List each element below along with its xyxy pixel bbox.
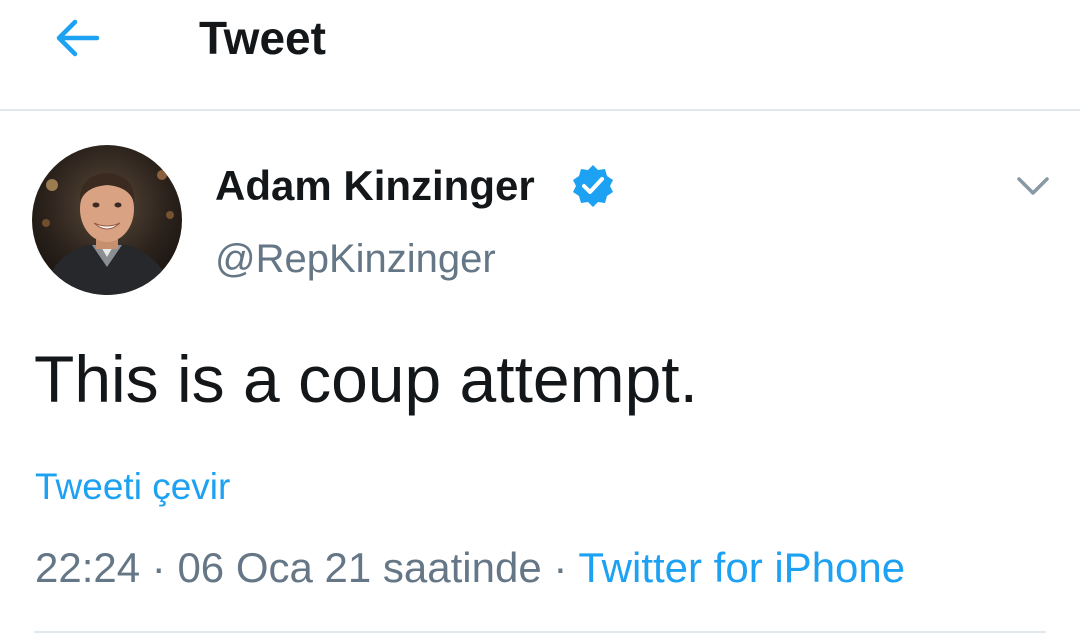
author-name[interactable]: Adam Kinzinger <box>215 160 535 212</box>
tweet-detail-screen: Tweet Adam Kinzinger @RepKinzinger This … <box>0 0 1080 639</box>
chevron-down-icon <box>1017 177 1049 195</box>
verified-badge-icon <box>570 163 616 209</box>
author-handle[interactable]: @RepKinzinger <box>215 234 496 284</box>
tweet-date: 06 Oca 21 saatinde <box>177 544 542 591</box>
top-bar: Tweet <box>0 0 1080 111</box>
avatar[interactable] <box>32 145 182 295</box>
divider <box>34 631 1046 633</box>
tweet-source-link[interactable]: Twitter for iPhone <box>578 544 905 591</box>
tweet-metadata: 22:24 · 06 Oca 21 saatinde · Twitter for… <box>35 542 905 594</box>
back-button[interactable] <box>46 10 108 66</box>
translate-tweet-link[interactable]: Tweeti çevir <box>35 465 230 509</box>
page-title: Tweet <box>199 12 326 64</box>
meta-separator: · <box>151 544 166 591</box>
arrow-left-icon <box>56 19 100 57</box>
tweet-time: 22:24 <box>35 544 141 591</box>
author-photo <box>32 145 182 295</box>
tweet-menu-button[interactable] <box>1011 168 1055 204</box>
tweet-text: This is a coup attempt. <box>34 342 698 416</box>
meta-separator: · <box>553 544 568 591</box>
